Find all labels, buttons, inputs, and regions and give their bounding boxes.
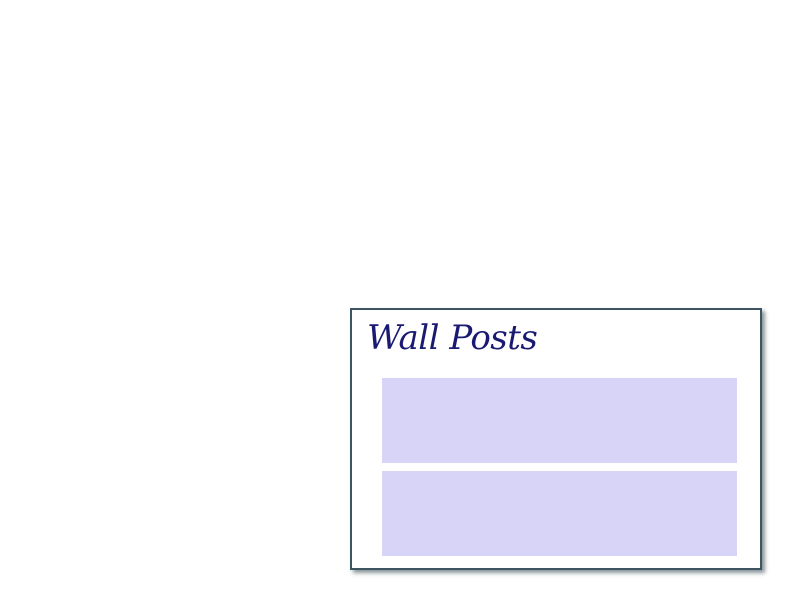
post-list: [382, 378, 737, 564]
post-item[interactable]: [382, 378, 737, 463]
wall-posts-panel: Wall Posts: [350, 308, 762, 570]
wall-posts-title: Wall Posts: [367, 318, 538, 358]
post-item[interactable]: [382, 471, 737, 556]
